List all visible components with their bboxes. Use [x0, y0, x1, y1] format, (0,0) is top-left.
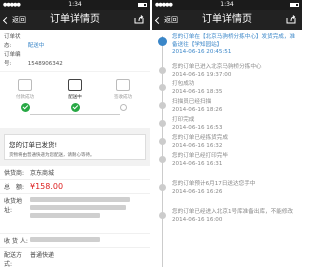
status-time: 1:34: [220, 1, 234, 8]
step-label: 签收成功: [114, 95, 132, 100]
receiver-label: 收 货 人:: [4, 238, 28, 245]
timeline-event-text: 打印完成 2014-06-16 16:53: [172, 117, 298, 132]
nav-bar: 返回 订单详情页: [152, 10, 302, 30]
event-description: 您的订单已经打印完毕: [172, 153, 228, 159]
supplier-label: 供货商:: [4, 170, 25, 177]
event-time: 2014-06-16 16:31: [172, 160, 223, 167]
step-shipping: 配送中: [58, 79, 92, 112]
order-info: 供货商: 京东商城 总 额: ¥158.00 收货地址: 收 货 人: 配送方式…: [0, 166, 150, 267]
order-status-row: 订单状态: 配送中: [0, 33, 150, 51]
timeline-dot: [159, 184, 166, 191]
amount-row: 总 额: ¥158.00: [0, 180, 150, 194]
order-progress: 付款成功 配送中 签收成功: [0, 72, 150, 128]
event-time: 2014-06-16 18:35: [172, 88, 223, 95]
status-time: 1:34: [68, 1, 82, 8]
timeline-event-text: 您的订单已进入北京马驹桥分拣中心 2014-06-16 19:37:00: [172, 64, 298, 79]
timeline-dot: [159, 67, 166, 74]
timeline-event-text: 您的订单预计6月17日送达您手中 2014-06-16 16:26: [172, 181, 298, 196]
event-time: 2014-06-16 20:45:51: [172, 49, 232, 55]
event-description: 打包成功: [172, 81, 195, 87]
event-description: 您的订单在【北京马驹桥分拣中心】发货完成，准备送往【学知园站】: [172, 34, 296, 48]
nav-bar: 返回 订单详情页: [0, 10, 150, 30]
event-description: 您的订单已经进入北京1号库准备出库，不能修改: [172, 209, 294, 215]
check-icon: [20, 103, 30, 112]
share-icon[interactable]: [286, 15, 296, 24]
timeline-event-text: 您的订单已经进入北京1号库准备出库，不能修改 2014-06-16 16:00: [172, 209, 298, 224]
timeline-event-text: 您的订单已经拣货完成 2014-06-16 16:32: [172, 135, 298, 150]
shipping-row: 配送方式: 普通快递: [0, 248, 150, 267]
amount-value: ¥158.00: [30, 182, 64, 191]
order-number-row: 订单编号: 1548906342: [0, 51, 150, 69]
page-title: 订单详情页: [202, 14, 252, 25]
page-title: 订单详情页: [50, 14, 100, 25]
tracking-timeline: 您的订单在【北京马驹桥分拣中心】发货完成，准备送往【学知园站】 2014-06-1…: [152, 30, 302, 267]
shipped-message: 您的订单已发货! 货物将由普通快递为您配送，请耐心等待。: [4, 134, 146, 160]
timeline-dot: [159, 212, 166, 219]
timeline-dot: [159, 138, 166, 145]
battery-icon: [138, 3, 147, 7]
timeline-event-text: 扫描员已经扫描 2014-06-16 18:26: [172, 99, 298, 114]
share-icon[interactable]: [134, 15, 144, 24]
pending-dot: [119, 104, 127, 111]
event-description: 打印完成: [172, 117, 195, 123]
step-label: 配送中: [68, 95, 82, 100]
timeline-dot: [158, 37, 167, 46]
timeline-dot: [159, 156, 166, 163]
event-time: 2014-06-16 16:26: [172, 188, 223, 195]
timeline-dot: [159, 120, 166, 127]
event-description: 您的订单预计6月17日送达您手中: [172, 181, 256, 187]
step-paid: 付款成功: [8, 79, 42, 112]
address-value-redacted: [30, 196, 130, 231]
event-description: 您的订单已经拣货完成: [172, 135, 228, 141]
order-number-label: 订单编号:: [4, 52, 21, 67]
status-bar: ●●●●● 1:34: [0, 0, 150, 10]
address-label: 收货地址:: [4, 198, 23, 214]
event-time: 2014-06-16 16:53: [172, 124, 223, 131]
wallet-icon: [18, 79, 32, 91]
shipping-label: 配送方式:: [4, 252, 23, 267]
order-number-value: 1548906342: [27, 61, 63, 67]
timeline-event-text: 您的订单已经打印完毕 2014-06-16 16:31: [172, 153, 298, 168]
timeline-event-text: 打包成功 2014-06-16 18:35: [172, 81, 298, 96]
order-status-label: 订单状态:: [4, 34, 21, 49]
status-bar: ●●●●● 1:34: [152, 0, 302, 10]
event-description: 您的订单已进入北京马驹桥分拣中心: [172, 64, 262, 70]
timeline-dot: [159, 84, 166, 91]
event-time: 2014-06-16 18:26: [172, 106, 223, 113]
event-time: 2014-06-16 16:00: [172, 216, 223, 223]
package-icon: [116, 79, 130, 91]
order-detail-screen-left: ●●●●● 1:34 返回 订单详情页 订单状态: 配送中 订单编号: 1548…: [0, 0, 150, 267]
event-time: 2014-06-16 16:32: [172, 142, 223, 149]
order-tracking-screen-right: ●●●●● 1:34 返回 订单详情页 您的订单在【北京马驹桥分拣中心】发货完成…: [152, 0, 302, 267]
shipping-value: 普通快递: [30, 252, 55, 259]
receiver-row: 收 货 人:: [0, 234, 150, 248]
progress-line-done: [30, 114, 75, 115]
receiver-value-redacted: [30, 236, 100, 245]
supplier-value: 京东商城: [30, 170, 55, 177]
event-description: 扫描员已经扫描: [172, 99, 212, 105]
amount-label: 总 额:: [4, 184, 25, 191]
check-icon: [70, 103, 80, 112]
step-signed: 签收成功: [106, 79, 140, 111]
progress-line-pending: [75, 114, 120, 115]
order-status-value: 配送中: [27, 43, 45, 49]
event-time: 2014-06-16 19:37:00: [172, 71, 232, 78]
timeline-dot: [159, 102, 166, 109]
message-title: 您的订单已发货!: [9, 141, 58, 149]
battery-icon: [290, 3, 299, 7]
supplier-row: 供货商: 京东商城: [0, 166, 150, 180]
timeline-event-text: 您的订单在【北京马驹桥分拣中心】发货完成，准备送往【学知园站】 2014-06-1…: [172, 34, 298, 57]
truck-icon: [68, 79, 82, 91]
order-summary: 订单状态: 配送中 订单编号: 1548906342: [0, 30, 150, 71]
address-row: 收货地址:: [0, 194, 150, 234]
step-label: 付款成功: [16, 95, 34, 100]
message-subtitle: 货物将由普通快递为您配送，请耐心等待。: [9, 153, 95, 158]
